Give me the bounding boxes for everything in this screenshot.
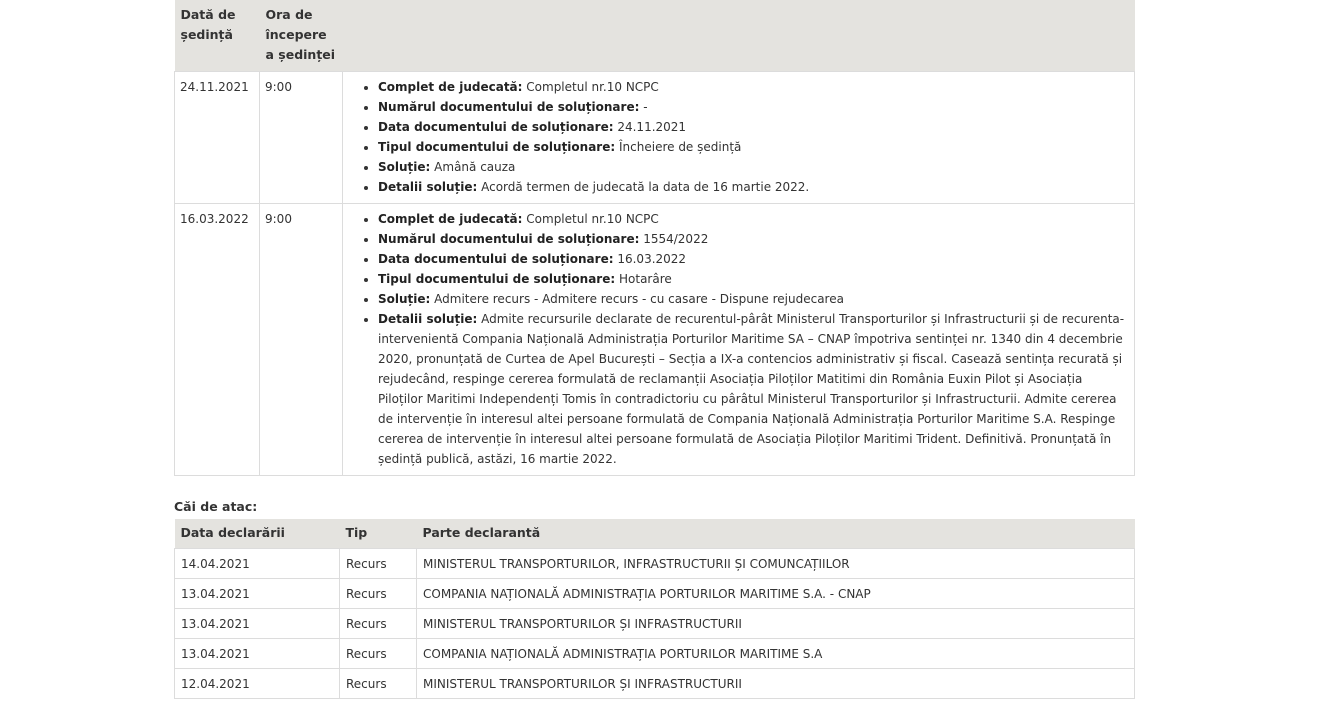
table-row: 14.04.2021 Recurs MINISTERUL TRANSPORTUR…: [174, 548, 1135, 579]
detail-value: Încheiere de ședință: [619, 140, 742, 154]
session-date: 16.03.2022: [174, 203, 260, 476]
detail-label: Soluție:: [378, 160, 431, 174]
detail-label: Detalii soluție:: [378, 180, 478, 194]
detail-value: 16.03.2022: [617, 252, 687, 266]
cai-de-atac-title: Căi de atac:: [174, 499, 258, 514]
declaration-date: 13.04.2021: [174, 578, 340, 609]
detail-value: Hotarâre: [619, 272, 672, 286]
declaring-party: COMPANIA NAȚIONALĂ ADMINISTRAȚIA PORTURI…: [416, 638, 1135, 669]
declaration-date: 13.04.2021: [174, 608, 340, 639]
detail-item: Complet de judecată: Completul nr.10 NCP…: [378, 209, 1129, 229]
session-row: 16.03.2022 9:00 Complet de judecată: Com…: [174, 203, 1135, 476]
detail-label: Numărul documentului de soluționare:: [378, 232, 640, 246]
cai-de-atac-table: Data declarării Tip Parte declarantă 14.…: [174, 519, 1135, 699]
session-row: 24.11.2021 9:00 Complet de judecată: Com…: [174, 71, 1135, 204]
detail-label: Numărul documentului de soluționare:: [378, 100, 640, 114]
session-details: Complet de judecată: Completul nr.10 NCP…: [342, 71, 1135, 204]
declaration-date: 13.04.2021: [174, 638, 340, 669]
declaration-date: 12.04.2021: [174, 668, 340, 699]
appeal-type: Recurs: [339, 548, 417, 579]
declaring-party: MINISTERUL TRANSPORTURILOR, INFRASTRUCTU…: [416, 548, 1135, 579]
header-session-time: Ora de începere a ședinței: [259, 0, 343, 72]
detail-value: 1554/2022: [643, 232, 709, 246]
detail-label: Detalii soluție:: [378, 312, 478, 326]
detail-value: Completul nr.10 NCPC: [526, 212, 659, 226]
table-row: 13.04.2021 Recurs COMPANIA NAȚIONALĂ ADM…: [174, 578, 1135, 609]
detail-value: 24.11.2021: [617, 120, 687, 134]
sessions-table: Dată de ședință Ora de începere a ședinț…: [174, 0, 1135, 476]
detail-value: Admite recursurile declarate de recurent…: [378, 312, 1125, 466]
declaring-party: MINISTERUL TRANSPORTURILOR ȘI INFRASTRUC…: [416, 668, 1135, 699]
declaring-party: COMPANIA NAȚIONALĂ ADMINISTRAȚIA PORTURI…: [416, 578, 1135, 609]
detail-value: Completul nr.10 NCPC: [526, 80, 659, 94]
detail-value: Admitere recurs - Admitere recurs - cu c…: [434, 292, 844, 306]
session-date: 24.11.2021: [174, 71, 260, 204]
sessions-header-row: Dată de ședință Ora de începere a ședinț…: [174, 0, 1135, 72]
session-time: 9:00: [259, 203, 343, 476]
detail-label: Soluție:: [378, 292, 431, 306]
declaration-date: 14.04.2021: [174, 548, 340, 579]
detail-label: Tipul documentului de soluționare:: [378, 272, 616, 286]
appeal-type: Recurs: [339, 578, 417, 609]
detail-item: Data documentului de soluționare: 24.11.…: [378, 117, 1129, 137]
session-details-list: Complet de judecată: Completul nr.10 NCP…: [348, 77, 1129, 197]
table-row: 12.04.2021 Recurs MINISTERUL TRANSPORTUR…: [174, 668, 1135, 699]
detail-item: Numărul documentului de soluționare: 155…: [378, 229, 1129, 249]
detail-item: Tipul documentului de soluționare: Înche…: [378, 137, 1129, 157]
detail-label: Tipul documentului de soluționare:: [378, 140, 616, 154]
case-content: Dată de ședință Ora de începere a ședinț…: [174, 0, 1135, 699]
detail-label: Data documentului de soluționare:: [378, 252, 614, 266]
detail-value: Acordă termen de judecată la data de 16 …: [481, 180, 810, 194]
header-type: Tip: [339, 519, 417, 549]
session-details-list: Complet de judecată: Completul nr.10 NCP…: [348, 209, 1129, 469]
table-row: 13.04.2021 Recurs COMPANIA NAȚIONALĂ ADM…: [174, 638, 1135, 669]
detail-item: Soluție: Amână cauza: [378, 157, 1129, 177]
detail-item: Complet de judecată: Completul nr.10 NCP…: [378, 77, 1129, 97]
detail-value: -: [643, 100, 648, 114]
detail-value: Amână cauza: [434, 160, 516, 174]
appeal-type: Recurs: [339, 608, 417, 639]
detail-item: Tipul documentului de soluționare: Hotar…: [378, 269, 1129, 289]
detail-item: Detalii soluție: Admite recursurile decl…: [378, 309, 1129, 469]
detail-item: Detalii soluție: Acordă termen de judeca…: [378, 177, 1129, 197]
detail-label: Complet de judecată:: [378, 80, 523, 94]
header-declaration-date: Data declarării: [174, 519, 340, 549]
table-row: 13.04.2021 Recurs MINISTERUL TRANSPORTUR…: [174, 608, 1135, 639]
header-declaring-party: Parte declarantă: [416, 519, 1135, 549]
detail-label: Data documentului de soluționare:: [378, 120, 614, 134]
header-session-details: [342, 0, 1135, 72]
cai-header-row: Data declarării Tip Parte declarantă: [174, 519, 1135, 549]
detail-item: Soluție: Admitere recurs - Admitere recu…: [378, 289, 1129, 309]
session-details: Complet de judecată: Completul nr.10 NCP…: [342, 203, 1135, 476]
session-time: 9:00: [259, 71, 343, 204]
appeal-type: Recurs: [339, 638, 417, 669]
declaring-party: MINISTERUL TRANSPORTURILOR ȘI INFRASTRUC…: [416, 608, 1135, 639]
detail-item: Data documentului de soluționare: 16.03.…: [378, 249, 1129, 269]
detail-label: Complet de judecată:: [378, 212, 523, 226]
detail-item: Numărul documentului de soluționare: -: [378, 97, 1129, 117]
header-session-date: Dată de ședință: [174, 0, 260, 72]
appeal-type: Recurs: [339, 668, 417, 699]
